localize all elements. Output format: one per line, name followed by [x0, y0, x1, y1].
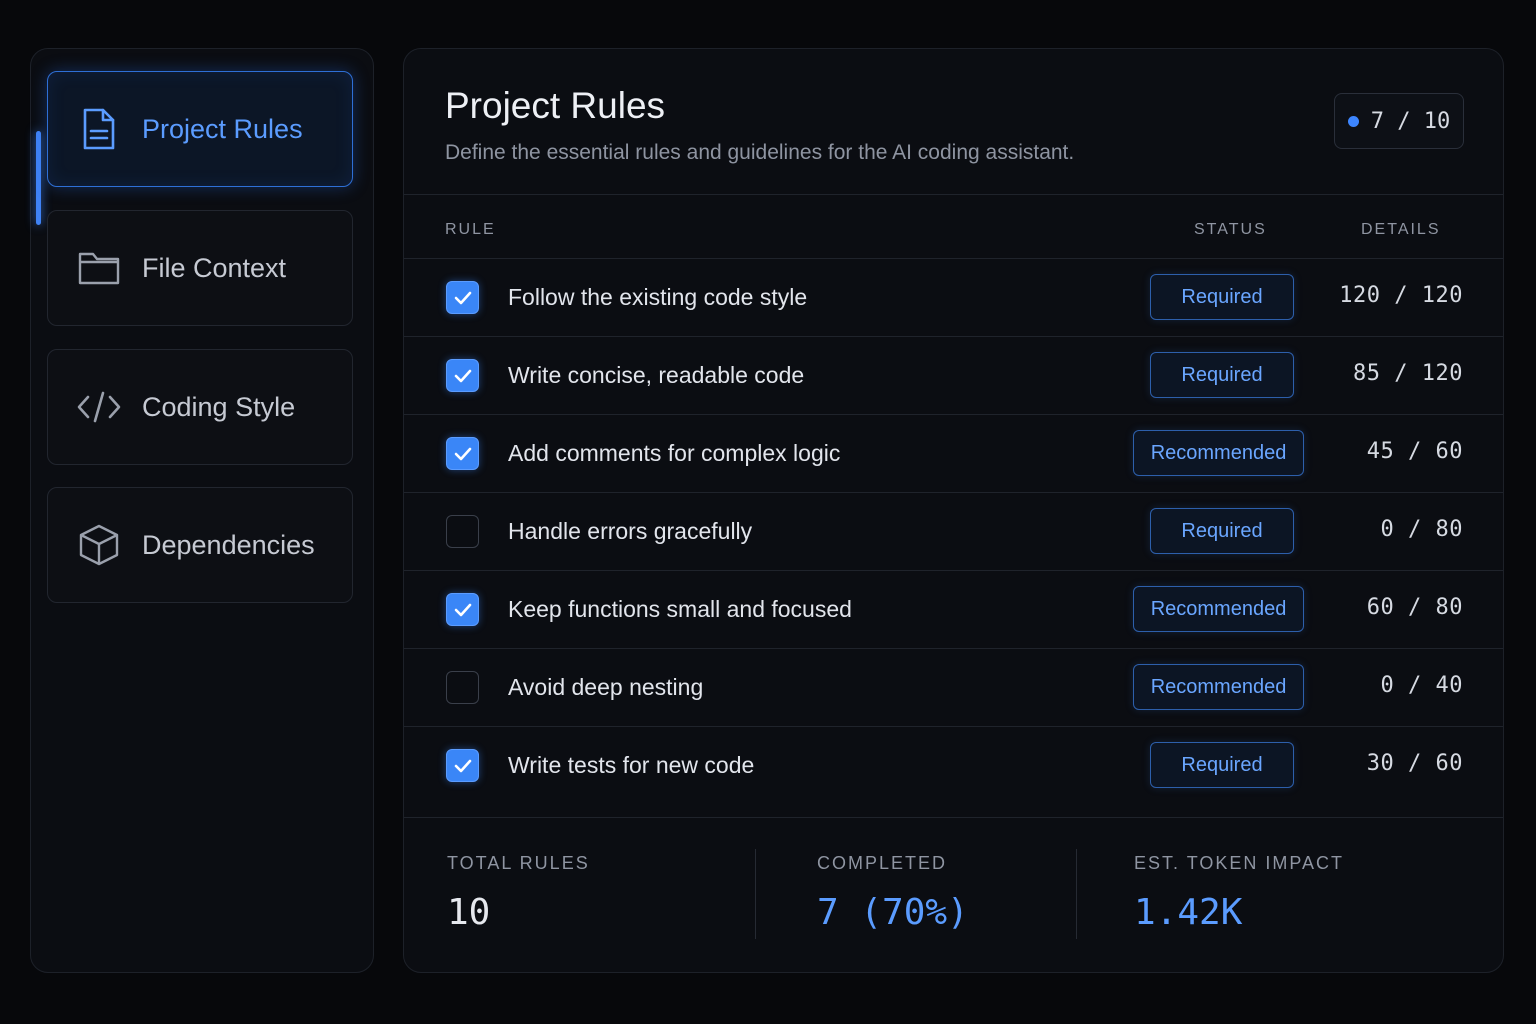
table-row: Follow the existing code style Required … — [404, 258, 1503, 336]
rule-checkbox[interactable] — [446, 593, 479, 626]
rule-checkbox[interactable] — [446, 749, 479, 782]
rule-details: 120 / 120 — [1339, 283, 1463, 308]
check-icon — [454, 603, 471, 616]
header-divider — [404, 194, 1503, 195]
rule-details: 30 / 60 — [1366, 751, 1463, 776]
sidebar-item-file-context[interactable]: File Context — [47, 210, 353, 326]
rule-label: Handle errors gracefully — [508, 518, 753, 544]
table-row: Add comments for complex logic Recommend… — [404, 414, 1503, 492]
table-row: Write concise, readable code Required 85… — [404, 336, 1503, 414]
main-panel: Project Rules Define the essential rules… — [403, 48, 1504, 973]
rule-label: Write concise, readable code — [508, 362, 805, 388]
stat-completed: COMPLETED 7 (70%) — [817, 853, 969, 933]
sidebar-item-label: Project Rules — [142, 113, 303, 144]
status-badge[interactable]: Required — [1150, 352, 1294, 398]
sidebar-item-label: Coding Style — [142, 391, 296, 422]
status-badge[interactable]: Recommended — [1133, 664, 1304, 710]
rule-details: 60 / 80 — [1366, 595, 1463, 620]
rule-label: Add comments for complex logic — [508, 440, 841, 466]
sidebar-item-label: Dependencies — [142, 529, 315, 560]
check-icon — [454, 291, 471, 304]
rule-details: 85 / 120 — [1353, 361, 1463, 386]
stats-divider — [404, 817, 1503, 818]
check-icon — [454, 759, 471, 772]
code-icon — [76, 384, 122, 430]
rule-label: Keep functions small and focused — [508, 596, 852, 622]
stat-separator — [1076, 849, 1077, 939]
rule-details: 0 / 40 — [1380, 673, 1463, 698]
check-icon — [454, 447, 471, 460]
progress-count: 7 / 10 — [1370, 108, 1451, 134]
stats-footer: TOTAL RULES 10 COMPLETED 7 (70%) EST. TO… — [404, 817, 1503, 972]
rule-checkbox[interactable] — [446, 437, 479, 470]
status-badge[interactable]: Required — [1150, 274, 1294, 320]
rule-label: Write tests for new code — [508, 752, 755, 778]
stat-label: TOTAL RULES — [447, 853, 590, 873]
column-header-status: STATUS — [1194, 221, 1267, 238]
page-title: Project Rules — [445, 85, 666, 126]
status-badge[interactable]: Required — [1150, 508, 1294, 554]
stat-value: 10 — [447, 892, 491, 933]
rule-label: Follow the existing code style — [508, 284, 808, 310]
progress-badge: 7 / 10 — [1334, 93, 1464, 149]
table-row: Handle errors gracefully Required 0 / 80 — [404, 492, 1503, 570]
column-header-details: DETAILS — [1361, 221, 1441, 238]
table-row: Keep functions small and focused Recomme… — [404, 570, 1503, 648]
sidebar: Project Rules File Context Coding Style … — [30, 48, 374, 973]
stat-total-rules: TOTAL RULES 10 — [447, 853, 590, 933]
stat-label: EST. TOKEN IMPACT — [1134, 853, 1345, 873]
sidebar-item-dependencies[interactable]: Dependencies — [47, 487, 353, 603]
table-row: Write tests for new code Required 30 / 6… — [404, 726, 1503, 804]
rule-checkbox[interactable] — [446, 359, 479, 392]
stat-value: 1.42K — [1134, 892, 1243, 933]
sidebar-item-coding-style[interactable]: Coding Style — [47, 349, 353, 465]
check-icon — [454, 369, 471, 382]
cube-icon — [76, 522, 122, 568]
stat-value: 7 (70%) — [817, 892, 969, 933]
status-badge[interactable]: Required — [1150, 742, 1294, 788]
document-icon — [76, 106, 122, 152]
table-row: Avoid deep nesting Recommended 0 / 40 — [404, 648, 1503, 726]
stat-token-impact: EST. TOKEN IMPACT 1.42K — [1134, 853, 1344, 933]
sidebar-item-label: File Context — [142, 252, 287, 283]
stat-label: COMPLETED — [817, 853, 948, 873]
rule-checkbox[interactable] — [446, 515, 479, 548]
status-dot-icon — [1347, 115, 1359, 127]
status-badge[interactable]: Recommended — [1133, 586, 1304, 632]
rule-checkbox[interactable] — [446, 671, 479, 704]
folder-icon — [76, 245, 122, 291]
rule-details: 45 / 60 — [1366, 439, 1463, 464]
rule-label: Avoid deep nesting — [508, 674, 704, 700]
rule-checkbox[interactable] — [446, 281, 479, 314]
stat-separator — [755, 849, 756, 939]
column-header-rule: RULE — [445, 221, 496, 238]
sidebar-item-project-rules[interactable]: Project Rules — [47, 71, 353, 187]
page-subtitle: Define the essential rules and guideline… — [445, 141, 1075, 164]
rule-details: 0 / 80 — [1380, 517, 1463, 542]
status-badge[interactable]: Recommended — [1133, 430, 1304, 476]
active-indicator — [36, 131, 41, 225]
